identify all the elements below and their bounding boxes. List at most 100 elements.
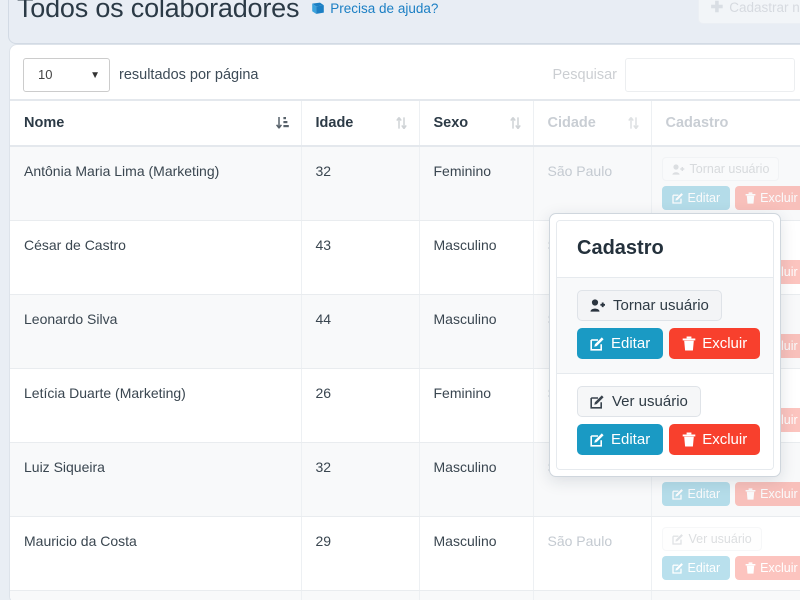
view-user-button[interactable]: Ver usuário bbox=[577, 386, 701, 417]
cell-nome: Leonardo Silva bbox=[10, 294, 302, 369]
view-user-label: Ver usuário bbox=[612, 393, 688, 410]
make-user-button[interactable]: Tornar usuário bbox=[577, 290, 722, 321]
pencil-square-icon bbox=[671, 562, 684, 574]
column-header-idade[interactable]: Idade bbox=[301, 99, 420, 147]
cell-idade: 32 bbox=[301, 146, 420, 221]
help-link-label: Precisa de ajuda? bbox=[330, 1, 439, 16]
edit-button[interactable]: Editar bbox=[577, 424, 664, 455]
delete-button[interactable]: Excluir bbox=[669, 328, 761, 359]
delete-label: Excluir bbox=[760, 561, 798, 575]
edit-label: Editar bbox=[687, 561, 721, 575]
cadastro-popover-inner: Cadastro Tornar usuário Editar Excluir V… bbox=[556, 220, 774, 470]
cell-nome: César de Castro bbox=[10, 220, 302, 295]
cell-nome: Antônia Maria Lima (Marketing) bbox=[10, 146, 302, 221]
column-header-nome[interactable]: Nome bbox=[10, 99, 302, 147]
cell-sexo: Feminino bbox=[419, 146, 534, 221]
table-row: Pedro Dias Santos 29 Masculino São Paulo… bbox=[10, 590, 800, 600]
column-header-sexo[interactable]: Sexo bbox=[419, 99, 534, 147]
pencil-square-icon bbox=[590, 394, 605, 409]
cell-idade: 43 bbox=[301, 220, 420, 295]
pencil-square-icon bbox=[671, 488, 684, 500]
trash-icon bbox=[745, 562, 756, 574]
cell-cidade: São Paulo bbox=[533, 516, 652, 591]
cell-idade: 26 bbox=[301, 368, 420, 443]
cadastro-group-view-user: Ver usuário Editar Excluir bbox=[557, 374, 773, 469]
delete-label: Excluir bbox=[760, 487, 798, 501]
delete-label: Excluir bbox=[760, 191, 798, 205]
pencil-square-icon bbox=[590, 336, 605, 351]
column-header-cidade[interactable]: Cidade bbox=[533, 99, 652, 147]
cadastro-popover: Cadastro Tornar usuário Editar Excluir V… bbox=[549, 213, 781, 477]
cell-nome: Mauricio da Costa bbox=[10, 516, 302, 591]
cell-sexo: Masculino bbox=[419, 442, 534, 517]
row-actions: Tornar usuário Editar bbox=[661, 157, 800, 210]
make-user-button[interactable]: Tornar usuário bbox=[661, 157, 780, 181]
cell-idade: 29 bbox=[301, 516, 420, 591]
view-user-label: Ver usuário bbox=[688, 532, 752, 546]
cell-sexo: Masculino bbox=[419, 220, 534, 295]
pencil-square-icon bbox=[671, 192, 684, 204]
sort-icon bbox=[395, 116, 407, 130]
edit-button[interactable]: Editar bbox=[661, 556, 731, 580]
cell-cadastro: Ver usuário Editar bbox=[651, 590, 800, 600]
cell-sexo: Masculino bbox=[419, 590, 534, 600]
help-link[interactable]: Precisa de ajuda? bbox=[311, 1, 438, 16]
cell-idade: 32 bbox=[301, 442, 420, 517]
user-plus-icon bbox=[590, 299, 606, 312]
page-length-label: resultados por página bbox=[119, 67, 259, 83]
page-length-select[interactable]: 10 ▼ bbox=[23, 58, 110, 92]
edit-label: Editar bbox=[611, 335, 651, 352]
page-length-value: 10 bbox=[38, 67, 53, 82]
cell-cidade: São Paulo bbox=[533, 146, 652, 221]
table-head: Nome Idade Sexo Cidade Cadastro bbox=[10, 99, 800, 147]
plus-icon: ✚ bbox=[710, 0, 724, 16]
search-label: Pesquisar bbox=[552, 67, 617, 83]
cell-nome: Luiz Siqueira bbox=[10, 442, 302, 517]
table-row: Mauricio da Costa 29 Masculino São Paulo… bbox=[10, 516, 800, 591]
add-new-button-label: Cadastrar nov bbox=[729, 0, 800, 15]
chevron-down-icon: ▼ bbox=[90, 70, 100, 81]
edit-button[interactable]: Editar bbox=[577, 328, 664, 359]
column-header-cadastro: Cadastro bbox=[651, 99, 800, 147]
cell-cidade: São Paulo bbox=[533, 590, 652, 600]
edit-label: Editar bbox=[687, 191, 721, 205]
page-length-control: 10 ▼ resultados por página bbox=[23, 58, 258, 92]
cell-sexo: Feminino bbox=[419, 368, 534, 443]
edit-button[interactable]: Editar bbox=[661, 186, 731, 210]
cell-nome: Letícia Duarte (Marketing) bbox=[10, 368, 302, 443]
search-control: Pesquisar bbox=[553, 58, 795, 92]
sort-icon bbox=[509, 116, 521, 130]
delete-button[interactable]: Excluir bbox=[735, 186, 800, 210]
title-row: Todos os colaboradores Precisa de ajuda? bbox=[17, 0, 438, 25]
trash-icon bbox=[745, 192, 756, 204]
row-actions: Ver usuário Editar bbox=[661, 527, 800, 580]
cadastro-popover-header: Cadastro bbox=[557, 221, 773, 278]
cell-idade: 44 bbox=[301, 294, 420, 369]
delete-button[interactable]: Excluir bbox=[735, 482, 800, 506]
delete-button[interactable]: Excluir bbox=[669, 424, 761, 455]
table-row: Antônia Maria Lima (Marketing) 32 Femini… bbox=[10, 146, 800, 221]
page-title: Todos os colaboradores bbox=[17, 0, 300, 23]
page-header-card: Todos os colaboradores Precisa de ajuda?… bbox=[8, 0, 800, 44]
cell-idade: 29 bbox=[301, 590, 420, 600]
cadastro-popover-title: Cadastro bbox=[577, 237, 664, 259]
edit-label: Editar bbox=[611, 431, 651, 448]
table-toolbar: 10 ▼ resultados por página Pesquisar bbox=[10, 45, 800, 99]
cell-sexo: Masculino bbox=[419, 516, 534, 591]
trash-icon bbox=[682, 336, 696, 351]
delete-button[interactable]: Excluir bbox=[735, 556, 800, 580]
trash-icon bbox=[745, 488, 756, 500]
edit-label: Editar bbox=[687, 487, 721, 501]
delete-label: Excluir bbox=[702, 335, 748, 352]
make-user-label: Tornar usuário bbox=[689, 162, 770, 176]
search-input[interactable] bbox=[625, 58, 795, 92]
user-plus-icon bbox=[671, 163, 685, 175]
column-label-idade: Idade bbox=[315, 115, 354, 131]
book-icon bbox=[311, 2, 325, 15]
view-user-button[interactable]: Ver usuário bbox=[661, 527, 762, 551]
cell-cadastro: Ver usuário Editar bbox=[651, 516, 800, 591]
edit-button[interactable]: Editar bbox=[661, 482, 731, 506]
pencil-square-icon bbox=[671, 533, 684, 545]
add-new-button[interactable]: ✚ Cadastrar nov bbox=[697, 0, 800, 24]
column-label-sexo: Sexo bbox=[433, 115, 469, 131]
